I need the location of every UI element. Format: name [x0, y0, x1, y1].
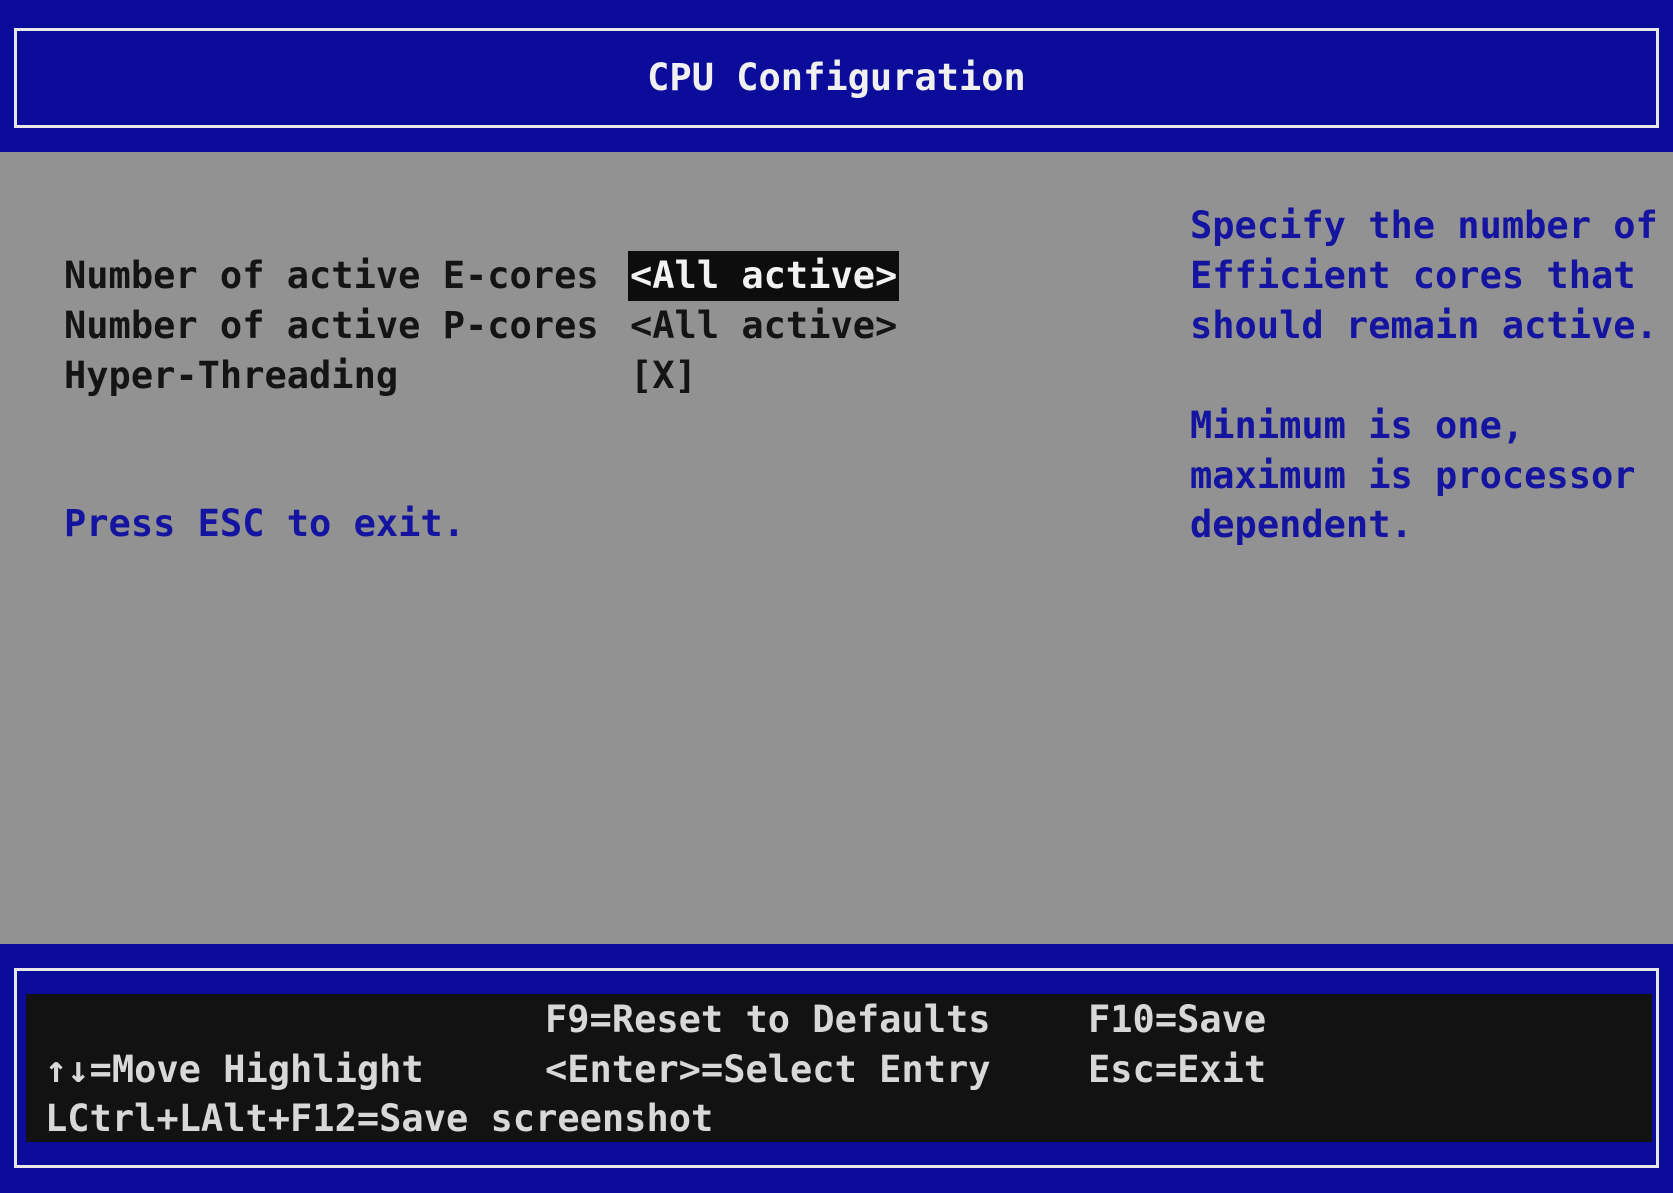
save-key: F10=Save	[1088, 998, 1267, 1041]
setting-label-hyper-threading: Hyper-Threading	[64, 354, 399, 397]
bios-screen: CPU Configuration Number of active E-cor…	[0, 0, 1673, 1193]
reset-defaults-key: F9=Reset to Defaults	[545, 998, 991, 1041]
help-line: Efficient cores that	[1190, 254, 1636, 297]
help-line: maximum is processor	[1190, 454, 1636, 497]
page-title: CPU Configuration	[647, 56, 1026, 99]
setting-label-e-cores: Number of active E-cores	[64, 254, 599, 297]
help-line: dependent.	[1190, 503, 1413, 546]
exit-key: Esc=Exit	[1088, 1048, 1267, 1091]
save-screenshot-key: LCtrl+LAlt+F12=Save screenshot	[45, 1097, 714, 1140]
help-line: should remain active.	[1190, 304, 1658, 347]
select-entry-key: <Enter>=Select Entry	[545, 1048, 991, 1091]
setting-value-hyper-threading-checkbox[interactable]: [X]	[628, 351, 699, 401]
setting-value-e-cores[interactable]: <All active>	[628, 251, 900, 301]
setting-label-p-cores: Number of active P-cores	[64, 304, 599, 347]
setting-value-p-cores[interactable]: <All active>	[628, 301, 899, 351]
help-line: Specify the number of	[1190, 204, 1658, 247]
move-highlight-key: ↑↓=Move Highlight	[45, 1048, 424, 1091]
exit-hint: Press ESC to exit.	[64, 502, 465, 545]
help-line: Minimum is one,	[1190, 404, 1525, 447]
